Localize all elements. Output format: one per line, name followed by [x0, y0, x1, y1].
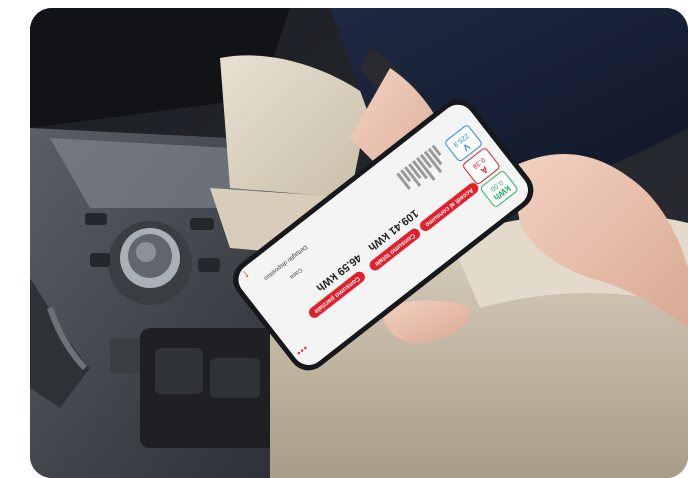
device-detail-label: Dettaglio dispositivo — [262, 243, 309, 282]
home-label: Casa — [288, 266, 304, 280]
consumption-bars — [396, 144, 452, 198]
dots-icon[interactable]: ••• — [294, 343, 310, 359]
arrow-icon[interactable]: ↑ — [240, 267, 253, 282]
realtime-consumption-pill[interactable]: Accedi al consumo — [417, 180, 481, 234]
